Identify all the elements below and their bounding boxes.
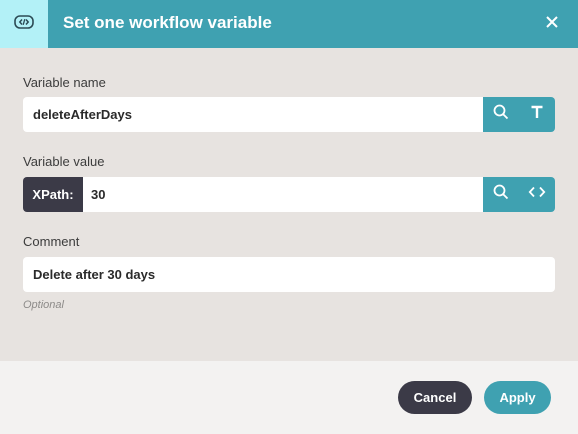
close-button[interactable] (538, 10, 566, 38)
variable-name-input[interactable]: deleteAfterDays (23, 97, 483, 132)
dialog-footer: Cancel Apply (0, 361, 578, 434)
variable-value-input[interactable]: 30 (83, 177, 483, 212)
close-icon (545, 15, 559, 34)
variable-name-search-button[interactable] (483, 97, 519, 132)
dialog-title: Set one workflow variable (63, 13, 272, 32)
search-icon (493, 104, 509, 125)
variable-value-search-button[interactable] (483, 177, 519, 212)
comment-input[interactable]: Delete after 30 days (23, 257, 555, 292)
variable-value-label: Variable value (23, 154, 105, 169)
search-icon (493, 184, 509, 205)
dialog-header: Set one workflow variable (0, 0, 578, 48)
text-type-icon (530, 105, 544, 124)
apply-button[interactable]: Apply (484, 381, 551, 414)
comment-label: Comment (23, 234, 80, 249)
variable-name-label: Variable name (23, 75, 106, 90)
dialog-body: Variable name deleteAfterDays Variable v… (0, 48, 578, 361)
xpath-prefix-badge: XPath: (23, 177, 83, 212)
cancel-button[interactable]: Cancel (398, 381, 472, 414)
variable-name-text-type-button[interactable] (519, 97, 555, 132)
code-icon (528, 185, 546, 204)
variable-badge (0, 0, 48, 48)
comment-hint: Optional (23, 299, 64, 311)
variable-value-code-button[interactable] (519, 177, 555, 212)
variable-icon (14, 14, 34, 34)
